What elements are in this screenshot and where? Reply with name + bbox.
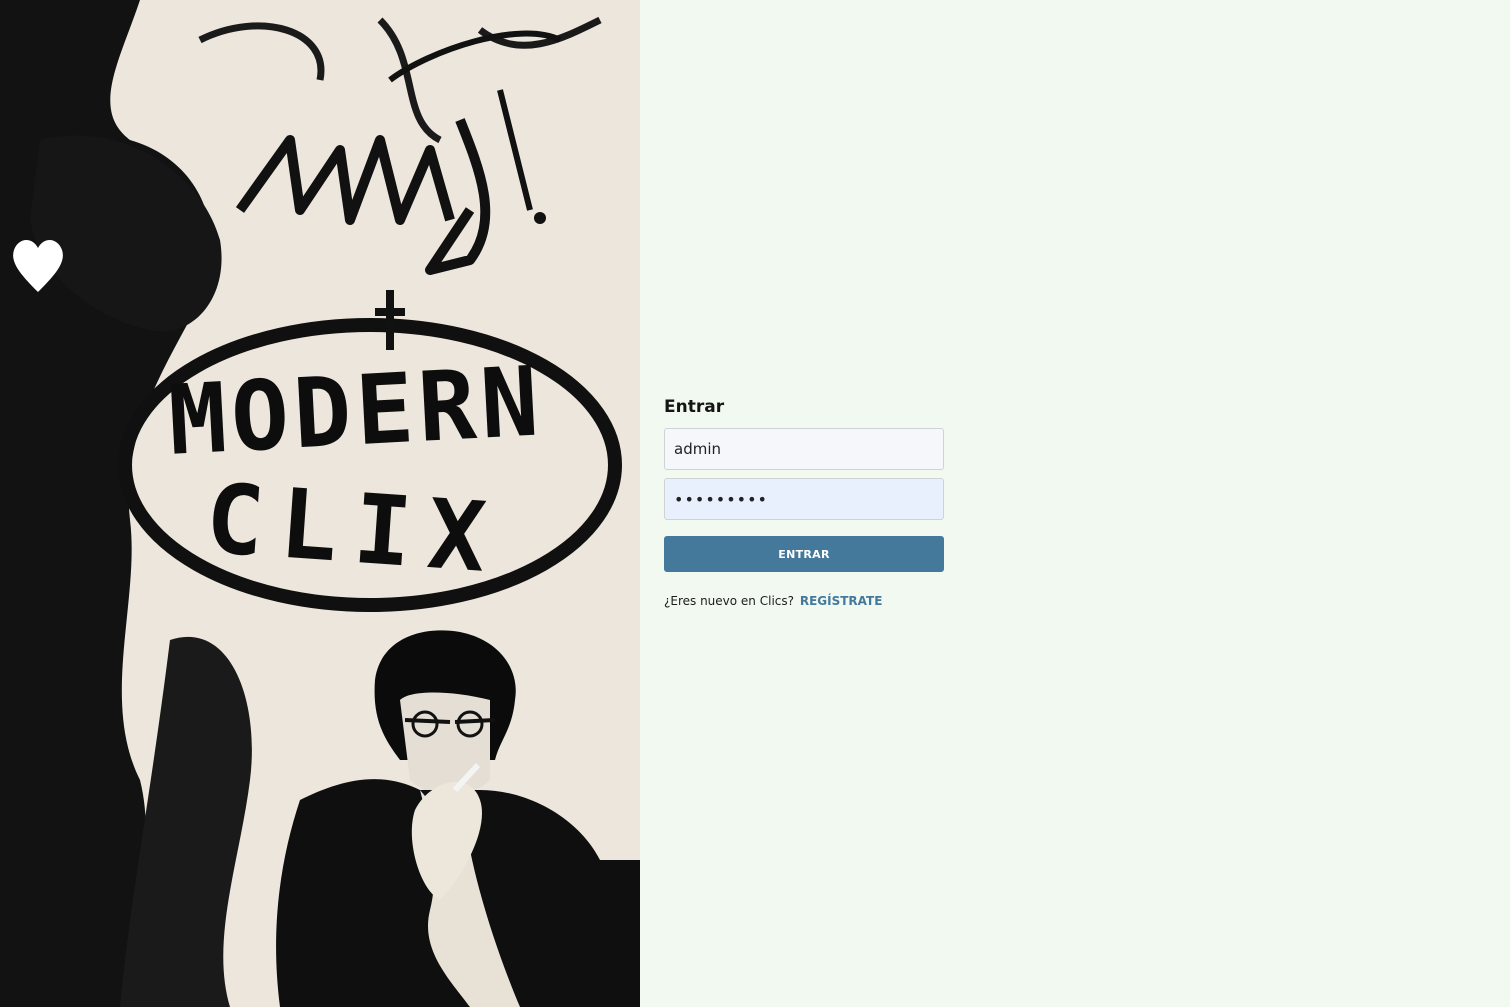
hero-image: MODERN CLIX (0, 0, 640, 1007)
login-title: Entrar (664, 397, 725, 417)
username-field[interactable] (664, 428, 944, 470)
login-button[interactable]: ENTRAR (664, 536, 944, 572)
graffiti-photo: MODERN CLIX (0, 0, 640, 1007)
register-prompt: ¿Eres nuevo en Clics? (664, 594, 794, 608)
register-row: ¿Eres nuevo en Clics? REGÍSTRATE (664, 594, 944, 608)
register-link[interactable]: REGÍSTRATE (800, 594, 883, 608)
login-form: Entrar ENTRAR ¿Eres nuevo en Clics? REGÍ… (664, 396, 944, 608)
login-page: MODERN CLIX Entrar ENTRAR ¿Eres nuevo en… (0, 0, 1510, 1007)
password-field[interactable] (664, 478, 944, 520)
